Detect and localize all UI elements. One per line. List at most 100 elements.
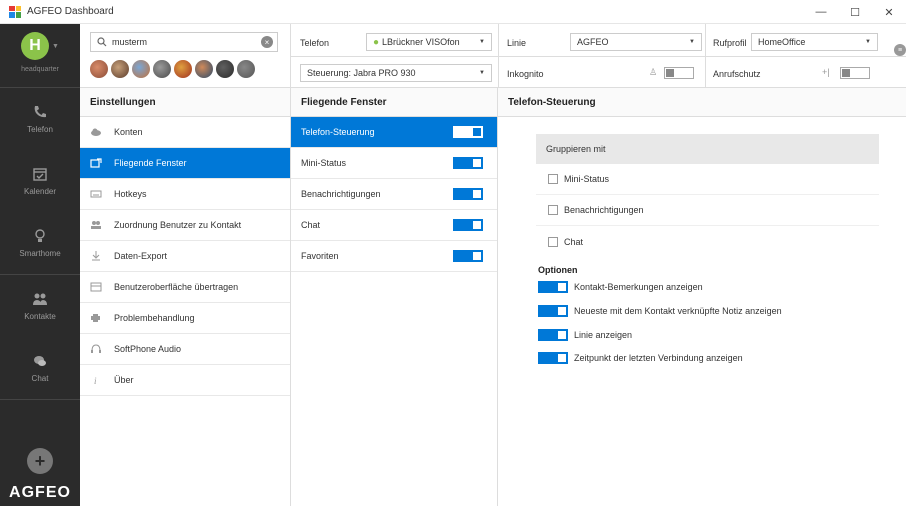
settings-item-zuordnung[interactable]: Zuordnung Benutzer zu Kontakt — [80, 210, 290, 241]
telefon-label: Telefon — [300, 38, 330, 48]
floating-windows-list: Telefon-Steuerung Mini-Status Benachrich… — [291, 117, 497, 272]
nav-divider — [0, 399, 80, 400]
zeitpunkt-toggle[interactable] — [538, 352, 568, 364]
contact-avatar[interactable] — [216, 60, 234, 78]
settings-item-ueber[interactable]: i Über — [80, 365, 290, 396]
group-title: Gruppieren mit — [536, 134, 879, 164]
settings-item-problembehandlung[interactable]: Problembehandlung — [80, 303, 290, 334]
contacts-icon — [91, 221, 101, 229]
do-not-disturb-icon: +| — [822, 67, 830, 77]
contact-avatar[interactable] — [237, 60, 255, 78]
user-avatar[interactable]: H — [21, 32, 50, 60]
window-item-chat[interactable]: Chat — [291, 210, 497, 241]
download-icon — [92, 251, 100, 261]
contact-avatar[interactable] — [195, 60, 213, 78]
settings-item-label: Benutzeroberfläche übertragen — [114, 282, 239, 292]
contact-avatar[interactable] — [174, 60, 192, 78]
nav-smarthome[interactable]: Smarthome — [0, 212, 80, 274]
telefon-steuerung-toggle[interactable] — [453, 126, 483, 138]
benachrichtigungen-checkbox[interactable] — [548, 205, 558, 215]
nav-smarthome-label: Smarthome — [19, 249, 61, 258]
top-bar: musterm × Telefon ● LBrückner VISOfon ▼ … — [80, 24, 906, 88]
settings-item-softphone-audio[interactable]: SoftPhone Audio — [80, 334, 290, 365]
window-item-mini-status[interactable]: Mini-Status — [291, 148, 497, 179]
settings-item-label: Konten — [114, 127, 143, 137]
contact-avatar[interactable] — [111, 60, 129, 78]
nav-chat-label: Chat — [31, 374, 49, 383]
settings-item-label: Hotkeys — [114, 189, 147, 199]
title-bar: AGFEO Dashboard — ☐ ✕ — [0, 0, 906, 24]
nav-kalender-label: Kalender — [23, 187, 57, 196]
chat-checkbox[interactable] — [548, 236, 558, 247]
chevron-down-icon: ▼ — [865, 39, 871, 45]
bulb-icon — [35, 229, 45, 242]
settings-item-konten[interactable]: Konten — [80, 117, 290, 148]
search-input[interactable]: musterm — [112, 37, 147, 47]
nav-kontakte[interactable]: Kontakte — [0, 275, 80, 337]
profile-area: H ▼ headquarter — [0, 24, 80, 88]
settings-item-daten-export[interactable]: Daten-Export — [80, 241, 290, 272]
contact-avatar[interactable] — [153, 60, 171, 78]
status-dot-icon: ● — [373, 36, 380, 48]
headset-icon — [91, 344, 101, 353]
settings-item-benutzeroberflaeche[interactable]: Benutzeroberfläche übertragen — [80, 272, 290, 303]
favoriten-toggle[interactable] — [453, 250, 483, 262]
clear-search-icon[interactable]: × — [261, 36, 273, 48]
settings-item-label: Über — [114, 375, 134, 385]
window-title: AGFEO Dashboard — [27, 6, 114, 17]
neueste-notiz-toggle[interactable] — [538, 305, 568, 317]
group-option-benachrichtigungen[interactable]: Benachrichtigungen — [536, 195, 879, 226]
nav-kontakte-label: Kontakte — [24, 312, 56, 321]
incognito-icon: ♙ — [649, 67, 658, 77]
window-item-telefon-steuerung[interactable]: Telefon-Steuerung — [291, 117, 497, 148]
menu-icon[interactable]: ≡ — [894, 44, 906, 56]
linie-select[interactable]: AGFEO ▼ — [570, 33, 702, 51]
nav-kalender[interactable]: Kalender — [0, 150, 80, 212]
sidebar: H ▼ headquarter Telefon Kalender Smartho… — [0, 24, 80, 506]
search-icon — [97, 37, 107, 47]
nav-chat[interactable]: Chat — [0, 337, 80, 399]
location-label: headquarter — [21, 66, 59, 73]
minimize-button[interactable]: — — [804, 0, 838, 24]
inkognito-toggle[interactable] — [664, 67, 694, 79]
settings-item-label: SoftPhone Audio — [114, 344, 182, 354]
option-kontakt-bemerkungen[interactable]: Kontakt-Bemerkungen anzeigen — [538, 281, 703, 293]
group-option-chat[interactable]: Chat — [536, 226, 879, 257]
settings-item-fliegende-fenster[interactable]: Fliegende Fenster — [80, 148, 290, 179]
rufprofil-select[interactable]: HomeOffice ▼ — [751, 33, 878, 51]
contact-avatar[interactable] — [90, 60, 108, 78]
option-label: Neueste mit dem Kontakt verknüpfte Notiz… — [574, 306, 782, 316]
contact-avatar[interactable] — [132, 60, 150, 78]
benachrichtigungen-toggle[interactable] — [453, 188, 483, 200]
group-option-mini-status[interactable]: Mini-Status — [536, 164, 879, 195]
mini-status-checkbox[interactable] — [548, 174, 558, 184]
steuerung-select[interactable]: Steuerung: Jabra PRO 930 ▼ — [300, 64, 492, 82]
linie-anzeigen-toggle[interactable] — [538, 329, 568, 341]
option-linie-anzeigen[interactable]: Linie anzeigen — [538, 329, 632, 341]
chat-toggle[interactable] — [453, 219, 483, 231]
settings-item-label: Daten-Export — [114, 251, 168, 261]
mini-status-toggle[interactable] — [453, 157, 483, 169]
svg-text:i: i — [94, 376, 97, 385]
window-item-favoriten[interactable]: Favoriten — [291, 241, 497, 272]
nav-telefon[interactable]: Telefon — [0, 88, 80, 150]
anrufschutz-toggle[interactable] — [840, 67, 870, 79]
window-item-benachrichtigungen[interactable]: Benachrichtigungen — [291, 179, 497, 210]
settings-list: Konten Fliegende Fenster Hotkeys Zuordnu… — [80, 117, 290, 396]
checkbox-label: Chat — [564, 236, 584, 247]
telefon-select-value: LBrückner VISOfon — [382, 37, 460, 47]
kontakt-bemerkungen-toggle[interactable] — [538, 281, 568, 293]
maximize-button[interactable]: ☐ — [838, 0, 872, 24]
settings-item-hotkeys[interactable]: Hotkeys — [80, 179, 290, 210]
option-neueste-notiz[interactable]: Neueste mit dem Kontakt verknüpfte Notiz… — [538, 305, 782, 317]
chevron-down-icon[interactable]: ▼ — [52, 43, 59, 50]
window-item-label: Chat — [301, 220, 321, 230]
puzzle-icon — [91, 314, 100, 322]
popout-window-icon — [90, 158, 102, 168]
option-zeitpunkt[interactable]: Zeitpunkt der letzten Verbindung anzeige… — [538, 352, 743, 364]
telefon-select[interactable]: ● LBrückner VISOfon ▼ — [366, 33, 492, 51]
close-button[interactable]: ✕ — [872, 0, 906, 24]
add-button[interactable]: + — [27, 448, 53, 474]
rufprofil-label: Rufprofil — [713, 38, 747, 48]
search-field[interactable]: musterm × — [90, 32, 278, 52]
